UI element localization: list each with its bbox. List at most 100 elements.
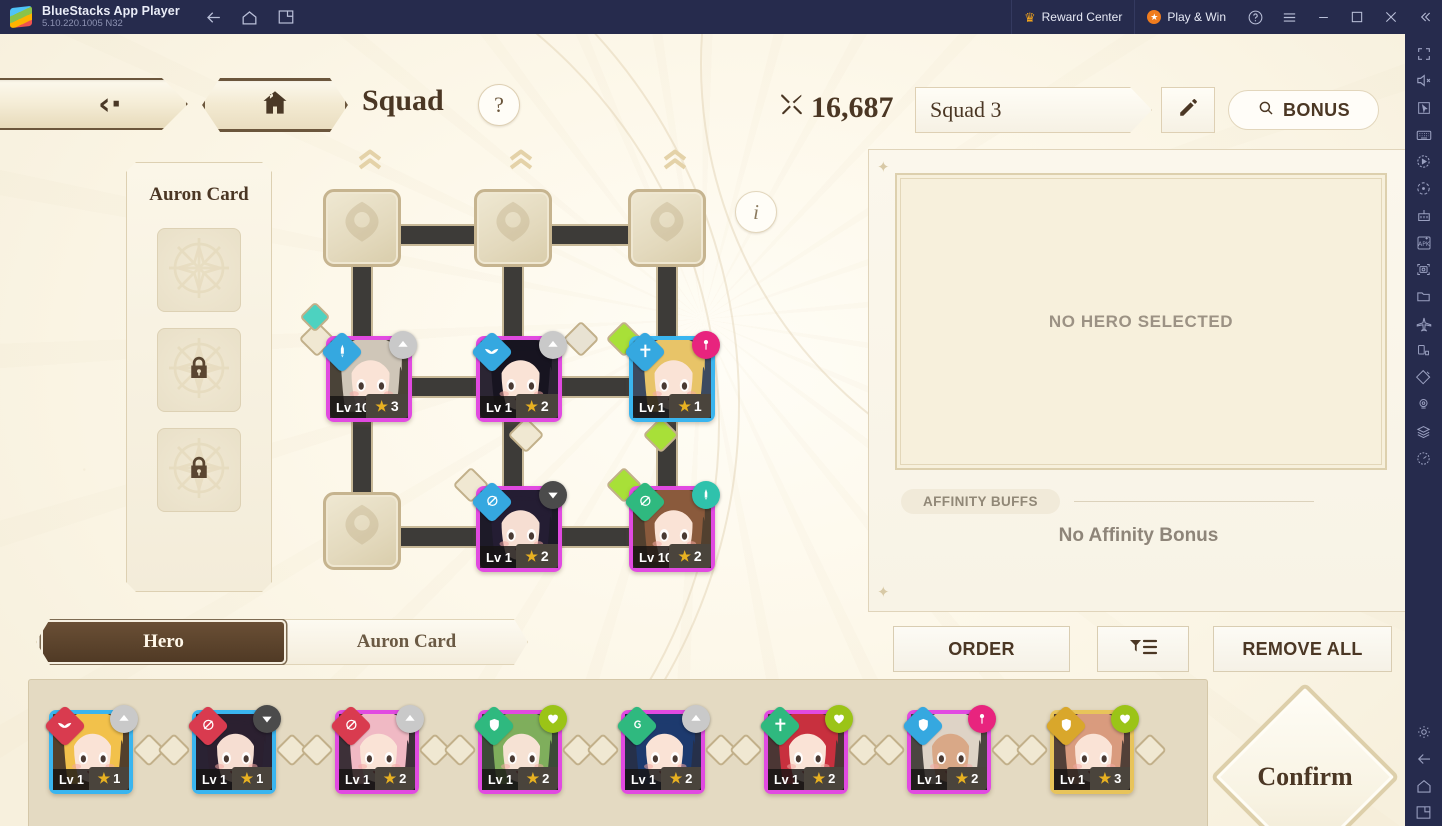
install-apk-icon[interactable]: APK: [1410, 229, 1438, 256]
fullscreen-icon[interactable]: [1410, 40, 1438, 67]
roster-hero-card[interactable]: Lv 1 ★ 2: [472, 704, 567, 794]
roster-hero-card[interactable]: Lv 1 ★ 2: [901, 704, 996, 794]
auron-card-panel: Auron Card: [126, 162, 272, 592]
bluestacks-right-group: ♛ Reward Center ★ Play & Win: [1010, 0, 1442, 34]
defense-down-icon: [539, 481, 567, 509]
grid-slot-empty-top-center[interactable]: [474, 189, 552, 267]
help-button[interactable]: ?: [478, 84, 520, 126]
page-title: Squad: [362, 84, 444, 117]
home-icon[interactable]: [240, 7, 260, 27]
macro-record-icon[interactable]: [1410, 148, 1438, 175]
hero-star-rating: ★ 3: [366, 394, 408, 418]
rotate-icon[interactable]: [1410, 337, 1438, 364]
mute-icon[interactable]: [1410, 67, 1438, 94]
airplane-icon[interactable]: [1410, 310, 1438, 337]
back-icon[interactable]: [204, 7, 224, 27]
bluestacks-title-group: BlueStacks App Player 5.10.220.1005 N32: [42, 4, 180, 29]
home-icon[interactable]: [1410, 772, 1438, 799]
hero-star-rating: ★ 2: [516, 394, 558, 418]
play-and-win-button[interactable]: ★ Play & Win: [1134, 0, 1238, 34]
roster-hero-card[interactable]: Lv 1 ★ 2: [758, 704, 853, 794]
help-icon[interactable]: [1238, 0, 1272, 34]
order-button[interactable]: ORDER: [893, 626, 1070, 672]
tab-hero[interactable]: Hero: [41, 620, 286, 664]
grid-slot-empty-bottom-left[interactable]: [323, 492, 401, 570]
roster-hero-card[interactable]: Lv 1 ★ 1: [186, 704, 281, 794]
roster-hero-card[interactable]: Lv 1 ★ 1: [43, 704, 138, 794]
back-button[interactable]: ‹·: [0, 78, 188, 130]
sync-icon[interactable]: [1410, 175, 1438, 202]
confirm-label: Confirm: [1257, 762, 1353, 791]
hero-star-rating: ★ 2: [947, 767, 987, 790]
heart-icon: [825, 705, 853, 733]
home-button[interactable]: [202, 78, 348, 132]
sword-buff-icon: [692, 481, 720, 509]
roster-hero-card[interactable]: Lv 1 ★ 2: [329, 704, 424, 794]
roster-hero-card[interactable]: Lv 1 ★ 2: [615, 704, 710, 794]
game-viewport: ‹· Squad ? 16,687 Squad 3 BONUS Auron Ca…: [0, 34, 1405, 826]
remove-all-button[interactable]: REMOVE ALL: [1213, 626, 1392, 672]
multi-instance-icon[interactable]: [276, 7, 296, 27]
hero-roster: Lv 1 ★ 1 Lv 1 ★ 1 Lv 1 ★ 2 Lv 1 ★ 2 Lv 1 ★ 2 Lv 1 ★ 2 Lv 1…: [28, 679, 1208, 826]
screenshot-icon[interactable]: [1410, 256, 1438, 283]
roster-direction-marker: [157, 733, 191, 767]
squad-name-field[interactable]: Squad 3: [915, 87, 1152, 133]
bluestacks-title-bar: BlueStacks App Player 5.10.220.1005 N32 …: [0, 0, 1442, 34]
affinity-buffs-tag: AFFINITY BUFFS: [901, 489, 1060, 514]
roster-hero-card[interactable]: Lv 1 ★ 3: [1044, 704, 1139, 794]
info-button[interactable]: i: [735, 191, 777, 233]
tab-auron-card[interactable]: Auron Card: [286, 620, 527, 664]
filter-button[interactable]: [1097, 626, 1189, 672]
close-icon[interactable]: [1374, 0, 1408, 34]
roster-direction-marker: [1133, 733, 1167, 767]
recents-icon[interactable]: [1410, 799, 1438, 826]
auron-slot-3[interactable]: [157, 428, 241, 512]
lane-arrow-right: [657, 144, 693, 179]
star-badge-icon: ★: [1147, 10, 1162, 24]
collapse-icon[interactable]: [1408, 0, 1442, 34]
grid-hero-card[interactable]: Lv 1 ★ 2: [470, 480, 567, 572]
bluestacks-sidebar: APK: [1405, 34, 1442, 826]
edit-squad-name-button[interactable]: [1161, 87, 1215, 133]
direction-marker: [562, 320, 600, 358]
multi-instance-manager-icon[interactable]: [1410, 202, 1438, 229]
grid-hero-card[interactable]: Lv 10 ★ 2: [623, 480, 720, 572]
reward-center-button[interactable]: ♛ Reward Center: [1010, 0, 1134, 34]
squad-formation-grid: Lv 10 ★ 3 Lv 1 ★ 2 Lv 1 ★ 1 Lv 1 ★ 2 Lv 10 ★ 2: [298, 134, 760, 604]
keyboard-icon[interactable]: [1410, 121, 1438, 148]
maximize-icon[interactable]: [1340, 0, 1374, 34]
confirm-button[interactable]: Confirm: [1210, 682, 1400, 826]
grid-slot-empty-top-left[interactable]: [323, 189, 401, 267]
grid-hero-card[interactable]: Lv 1 ★ 2: [470, 330, 567, 422]
layers-icon[interactable]: [1410, 418, 1438, 445]
crest-emblem-icon: [636, 195, 698, 262]
star-icon: ★: [526, 770, 540, 786]
tab-auron-card-label: Auron Card: [356, 631, 457, 652]
roster-direction-marker: [729, 733, 763, 767]
squad-name-value: Squad 3: [930, 97, 1002, 122]
auron-slot-1[interactable]: [157, 228, 241, 312]
roster-direction-marker: [1015, 733, 1049, 767]
crown-icon: ♛: [1023, 9, 1036, 25]
hero-star-rating: ★ 2: [375, 767, 415, 790]
menu-icon[interactable]: [1272, 0, 1306, 34]
back-icon[interactable]: [1410, 745, 1438, 772]
auron-slot-2[interactable]: [157, 328, 241, 412]
roster-direction-marker: [300, 733, 334, 767]
grid-slot-empty-top-right[interactable]: [628, 189, 706, 267]
grid-hero-card[interactable]: Lv 10 ★ 3: [320, 330, 417, 422]
star-icon: ★: [97, 770, 111, 786]
star-icon: ★: [375, 397, 388, 414]
minimize-icon[interactable]: [1306, 0, 1340, 34]
star-icon: ★: [678, 397, 691, 414]
grid-hero-card[interactable]: Lv 1 ★ 1: [623, 330, 720, 422]
bonus-button[interactable]: BONUS: [1228, 90, 1379, 130]
location-icon[interactable]: [1410, 391, 1438, 418]
compass-rose-icon: [163, 232, 235, 309]
cursor-icon[interactable]: [1410, 94, 1438, 121]
speedometer-icon[interactable]: [1410, 445, 1438, 472]
trim-icon[interactable]: [1410, 364, 1438, 391]
media-folder-icon[interactable]: [1410, 283, 1438, 310]
gear-icon[interactable]: [1410, 718, 1438, 745]
hero-star-rating: ★ 2: [661, 767, 701, 790]
